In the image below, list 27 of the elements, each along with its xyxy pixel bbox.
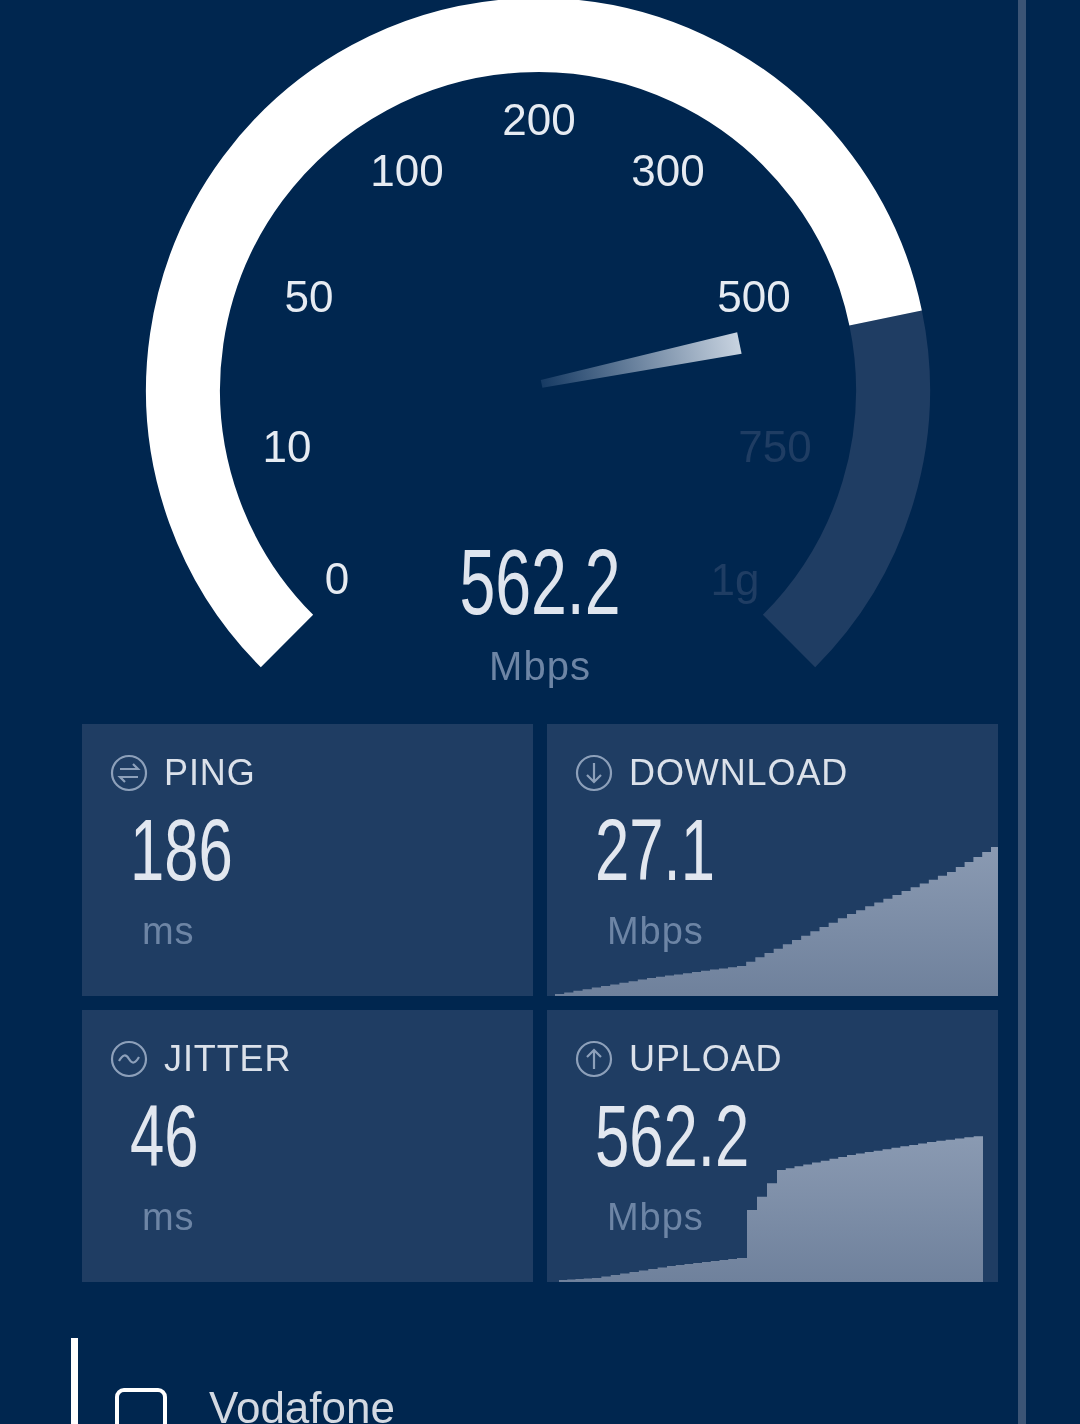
gauge-tick-label: 200	[502, 98, 576, 142]
speed-reading: 562.2	[459, 536, 621, 628]
gauge-tick-label: 10	[262, 425, 312, 469]
metric-label: PING	[164, 755, 256, 791]
metric-value: 562.2	[595, 1092, 750, 1180]
metric-label: DOWNLOAD	[629, 755, 849, 791]
metric-label: JITTER	[164, 1041, 292, 1077]
gauge-tick-label: 0	[324, 557, 350, 601]
provider-name: Vodafone	[209, 1386, 395, 1424]
gauge-tick-label: 50	[284, 275, 334, 319]
metric-unit: Mbps	[607, 1198, 704, 1236]
upload-icon	[575, 1040, 613, 1078]
metric-unit: Mbps	[607, 912, 704, 950]
speed-unit: Mbps	[489, 646, 591, 686]
metric-value: 186	[130, 806, 233, 894]
gauge-tick-label: 300	[631, 149, 705, 193]
metric-value: 27.1	[595, 806, 715, 894]
gauge-tick-label: 500	[717, 275, 791, 319]
metric-unit: ms	[142, 1198, 195, 1236]
ping-icon	[110, 754, 148, 792]
metric-value: 46	[130, 1092, 199, 1180]
device-icon	[115, 1388, 167, 1424]
download-icon	[575, 754, 613, 792]
gauge-tick-label: 100	[370, 149, 444, 193]
metric-label: UPLOAD	[629, 1041, 783, 1077]
jitter-icon	[110, 1040, 148, 1078]
metric-unit: ms	[142, 912, 195, 950]
